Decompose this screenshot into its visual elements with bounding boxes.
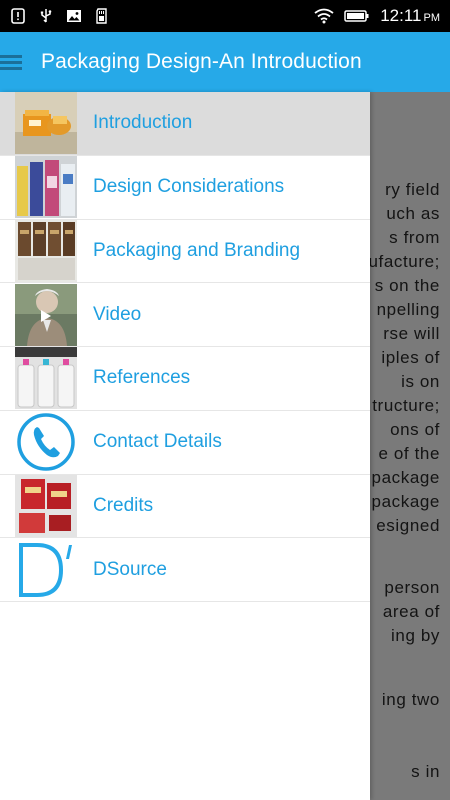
packaging-products-thumbnail xyxy=(15,92,77,155)
menu-item-credits[interactable]: Credits xyxy=(0,474,370,539)
dsource-logo xyxy=(15,539,77,601)
video-thumbnail xyxy=(15,283,77,346)
menu-label-design-considerations: Design Considerations xyxy=(93,176,285,198)
menu-label-introduction: Introduction xyxy=(93,112,193,134)
menu-item-video[interactable]: Video xyxy=(0,283,370,347)
status-bar-left xyxy=(10,8,110,24)
usb-icon xyxy=(38,8,54,24)
navigation-drawer: Introduction Design Considerations Packa… xyxy=(0,92,370,800)
credits-thumbnail xyxy=(15,474,77,537)
wifi-icon xyxy=(314,8,334,24)
menu-item-design-considerations[interactable]: Design Considerations xyxy=(0,155,370,220)
battery-icon xyxy=(344,8,370,24)
status-bar: 12:11 PM xyxy=(0,0,450,32)
sd-card-icon xyxy=(94,8,110,24)
menu-item-packaging-and-branding[interactable]: Packaging and Branding xyxy=(0,219,370,284)
app-title: Packaging Design-An Introduction xyxy=(41,50,362,73)
status-time: 12:11 PM xyxy=(380,6,440,25)
menu-label-contact-details: Contact Details xyxy=(93,431,222,453)
menu-label-packaging-and-branding: Packaging and Branding xyxy=(93,239,301,261)
menu-label-video: Video xyxy=(93,303,142,325)
app-bar: Packaging Design-An Introduction xyxy=(0,32,450,92)
plastic-bottles-thumbnail xyxy=(15,347,77,410)
menu-item-dsource[interactable]: DSource xyxy=(0,538,370,602)
tins-thumbnail xyxy=(15,219,77,282)
menu-icon[interactable] xyxy=(0,51,22,73)
image-icon xyxy=(66,8,82,24)
notification-alert-icon xyxy=(10,8,26,24)
menu-item-introduction[interactable]: Introduction xyxy=(0,92,370,156)
status-bar-right: 12:11 PM xyxy=(314,6,440,26)
menu-label-credits: Credits xyxy=(93,494,154,516)
menu-label-dsource: DSource xyxy=(93,558,167,580)
bottles-thumbnail xyxy=(15,156,77,219)
menu-item-references[interactable]: References xyxy=(0,347,370,411)
phone-icon xyxy=(15,411,77,473)
menu-label-references: References xyxy=(93,367,191,389)
menu-item-contact-details[interactable]: Contact Details xyxy=(0,410,370,475)
